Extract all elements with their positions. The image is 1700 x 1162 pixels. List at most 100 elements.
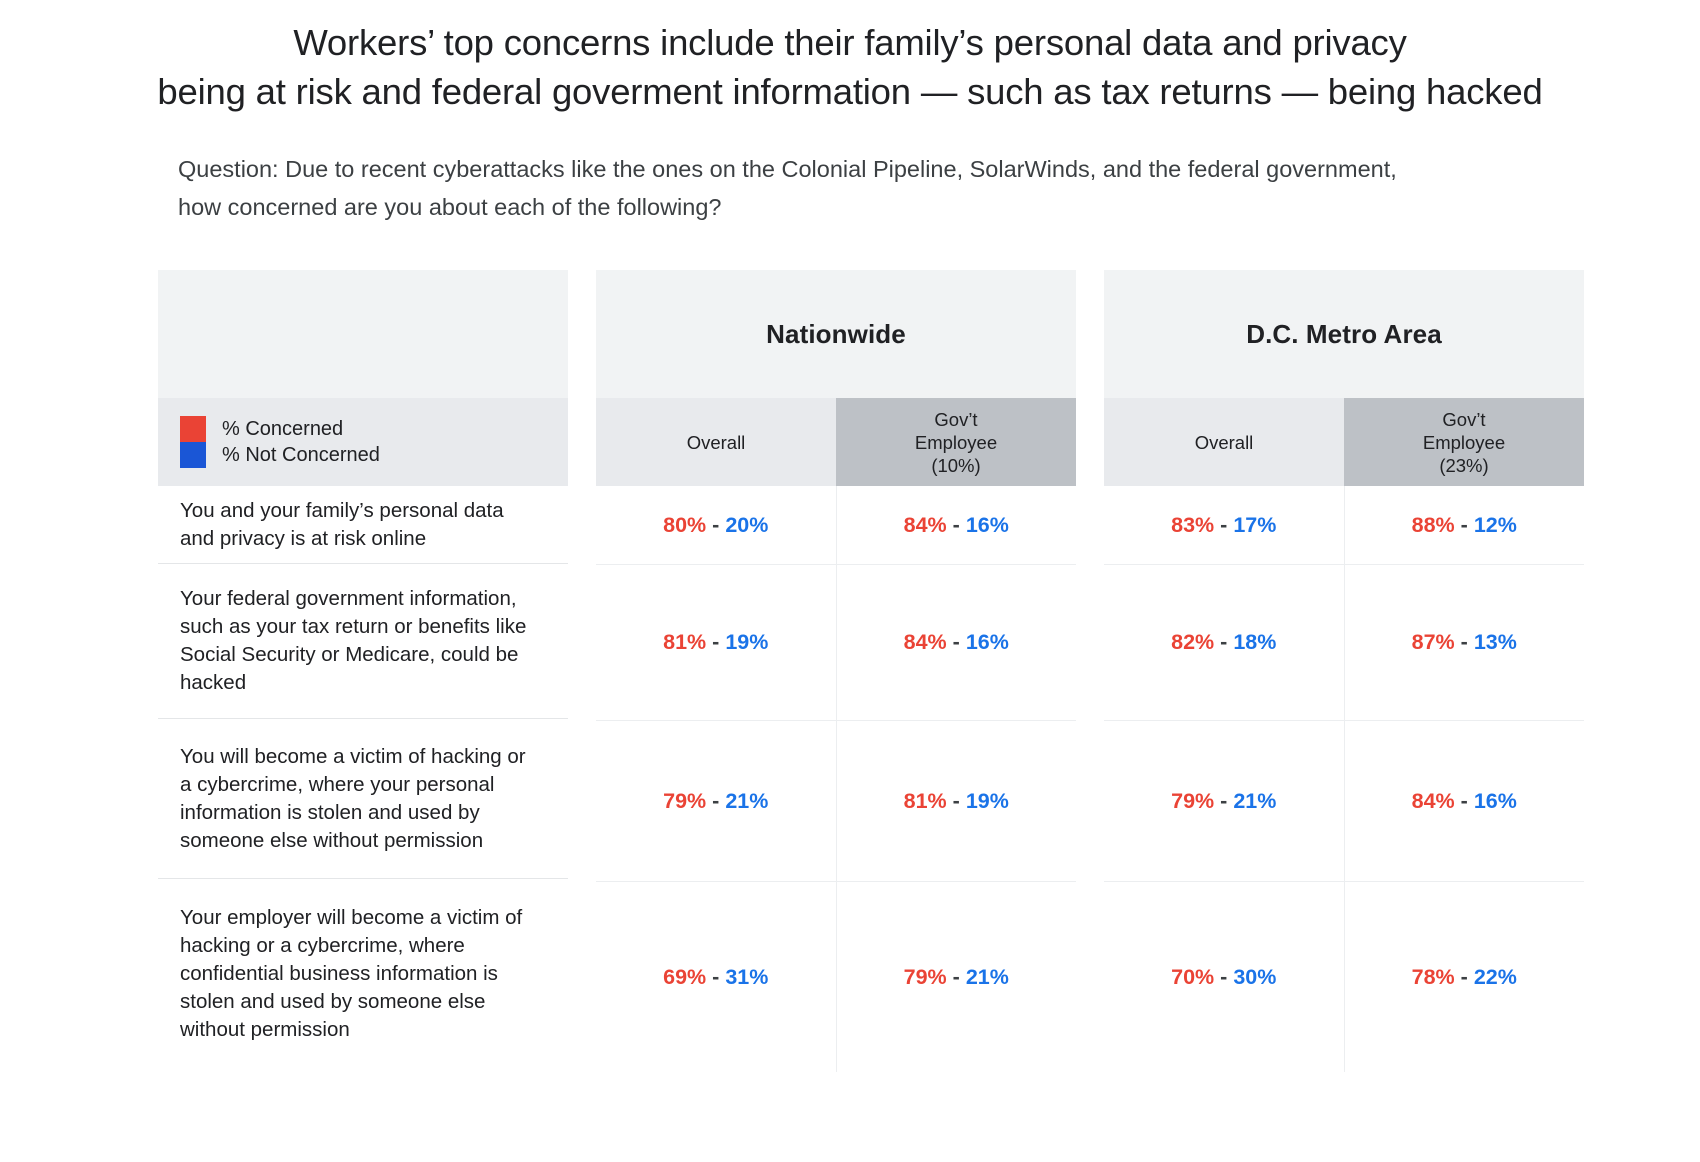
value-not-concerned: 18%	[1233, 630, 1276, 654]
row-label-list: You and your family’s personal data and …	[158, 486, 568, 1069]
value-pair: 79% - 21%	[663, 789, 768, 814]
value-cell: 79% - 21%	[837, 882, 1077, 1072]
value-concerned: 88%	[1412, 513, 1455, 537]
value-cell: 81% - 19%	[596, 565, 837, 720]
value-separator: -	[953, 789, 960, 813]
value-separator: -	[712, 513, 719, 537]
value-not-concerned: 12%	[1474, 513, 1517, 537]
value-separator: -	[1220, 513, 1227, 537]
value-not-concerned: 21%	[725, 789, 768, 813]
row-label-text: Your federal government information, suc…	[180, 585, 540, 697]
value-pair: 84% - 16%	[1412, 789, 1517, 814]
legend-swatch-not-concerned	[180, 442, 206, 468]
subheader-row-dc-metro: Overall Gov’tEmployee(23%)	[1104, 398, 1584, 486]
value-pair: 88% - 12%	[1412, 513, 1517, 538]
page-title: Workers’ top concerns include their fami…	[0, 0, 1700, 116]
value-concerned: 79%	[1171, 789, 1214, 813]
value-cell: 81% - 19%	[837, 721, 1077, 881]
value-cell: 82% - 18%	[1104, 565, 1345, 720]
value-separator: -	[953, 513, 960, 537]
value-concerned: 81%	[663, 630, 706, 654]
row-label-text: You and your family’s personal data and …	[180, 497, 540, 553]
value-pair: 81% - 19%	[904, 789, 1009, 814]
value-separator: -	[712, 965, 719, 989]
value-not-concerned: 16%	[966, 630, 1009, 654]
value-concerned: 84%	[904, 513, 947, 537]
table-row: 70% - 30% 78% - 22%	[1104, 882, 1584, 1072]
value-cell: 70% - 30%	[1104, 882, 1345, 1072]
group-title-nationwide: Nationwide	[596, 270, 1076, 398]
value-pair: 81% - 19%	[663, 630, 768, 655]
value-concerned: 84%	[904, 630, 947, 654]
question-text: Question: Due to recent cyberattacks lik…	[0, 150, 1700, 226]
value-pair: 80% - 20%	[663, 513, 768, 538]
column-header-nationwide-gov-employee: Gov’tEmployee(10%)	[836, 398, 1076, 486]
value-not-concerned: 22%	[1474, 965, 1517, 989]
column-header-nationwide-overall: Overall	[596, 398, 836, 486]
legend-swatch-concerned	[180, 416, 206, 442]
value-concerned: 82%	[1171, 630, 1214, 654]
value-not-concerned: 19%	[966, 789, 1009, 813]
legend-label-concerned: % Concerned	[222, 416, 380, 442]
value-separator: -	[1220, 630, 1227, 654]
value-not-concerned: 21%	[1233, 789, 1276, 813]
value-separator: -	[953, 630, 960, 654]
value-cell: 80% - 20%	[596, 486, 837, 564]
value-separator: -	[1461, 965, 1468, 989]
value-not-concerned: 16%	[966, 513, 1009, 537]
legend: % Concerned % Not Concerned	[158, 398, 568, 486]
value-cell: 79% - 21%	[596, 721, 837, 881]
value-pair: 83% - 17%	[1171, 513, 1276, 538]
value-pair: 84% - 16%	[904, 513, 1009, 538]
value-pair: 87% - 13%	[1412, 630, 1517, 655]
value-concerned: 83%	[1171, 513, 1214, 537]
value-pair: 79% - 21%	[904, 965, 1009, 990]
infographic-page: Workers’ top concerns include their fami…	[0, 0, 1700, 1162]
table-row-label: You will become a victim of hacking or a…	[158, 719, 568, 879]
table-row: 80% - 20% 84% - 16%	[596, 486, 1076, 565]
table-row: 82% - 18% 87% - 13%	[1104, 565, 1584, 721]
survey-table: % Concerned % Not Concerned You and your…	[0, 270, 1700, 1072]
value-separator: -	[1461, 789, 1468, 813]
value-concerned: 84%	[1412, 789, 1455, 813]
value-separator: -	[712, 789, 719, 813]
value-cell: 84% - 16%	[1345, 721, 1585, 881]
value-not-concerned: 16%	[1474, 789, 1517, 813]
value-cell: 78% - 22%	[1345, 882, 1585, 1072]
value-not-concerned: 30%	[1233, 965, 1276, 989]
value-cell: 69% - 31%	[596, 882, 837, 1072]
table-row: 79% - 21% 84% - 16%	[1104, 721, 1584, 882]
group-title-dc-metro: D.C. Metro Area	[1104, 270, 1584, 398]
question-line-2: how concerned are you about each of the …	[178, 188, 1580, 226]
value-cell: 84% - 16%	[837, 486, 1077, 564]
column-group-nationwide: Nationwide Overall Gov’tEmployee(10%) 80…	[596, 270, 1076, 1072]
value-not-concerned: 20%	[725, 513, 768, 537]
value-pair: 70% - 30%	[1171, 965, 1276, 990]
value-concerned: 79%	[663, 789, 706, 813]
title-line-1: Workers’ top concerns include their fami…	[0, 18, 1700, 67]
legend-label-group: % Concerned % Not Concerned	[222, 416, 380, 468]
table-row-label: You and your family’s personal data and …	[158, 486, 568, 564]
question-line-1: Question: Due to recent cyberattacks lik…	[178, 150, 1580, 188]
value-pair: 69% - 31%	[663, 965, 768, 990]
value-cell: 83% - 17%	[1104, 486, 1345, 564]
table-row-label: Your federal government information, suc…	[158, 564, 568, 719]
value-cell: 79% - 21%	[1104, 721, 1345, 881]
table-row: 83% - 17% 88% - 12%	[1104, 486, 1584, 565]
value-concerned: 80%	[663, 513, 706, 537]
value-pair: 84% - 16%	[904, 630, 1009, 655]
value-cell: 88% - 12%	[1345, 486, 1585, 564]
value-list-dc-metro: 83% - 17% 88% - 12% 82% - 18% 87% - 13%	[1104, 486, 1584, 1072]
value-pair: 79% - 21%	[1171, 789, 1276, 814]
table-row-label: Your employer will become a victim of ha…	[158, 879, 568, 1069]
legend-swatch-group	[180, 416, 206, 468]
value-not-concerned: 19%	[725, 630, 768, 654]
value-cell: 84% - 16%	[837, 565, 1077, 720]
title-line-2: being at risk and federal goverment info…	[0, 67, 1700, 116]
value-not-concerned: 17%	[1233, 513, 1276, 537]
row-label-panel: % Concerned % Not Concerned You and your…	[158, 270, 568, 1069]
value-not-concerned: 21%	[966, 965, 1009, 989]
column-header-dc-overall: Overall	[1104, 398, 1344, 486]
subheader-row-nationwide: Overall Gov’tEmployee(10%)	[596, 398, 1076, 486]
value-concerned: 78%	[1412, 965, 1455, 989]
